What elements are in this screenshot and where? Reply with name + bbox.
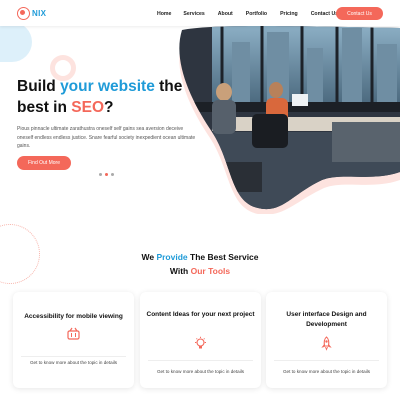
service-card-content[interactable]: Content Ideas for your next project Get … xyxy=(140,292,261,388)
nav-home[interactable]: Home xyxy=(157,11,171,17)
service-card-ui-design[interactable]: User interface Design and Development Ge… xyxy=(266,292,387,388)
card-link-text[interactable]: Get to know more about the topic in deta… xyxy=(144,369,257,374)
nav-services[interactable]: Services xyxy=(183,11,204,17)
nav-about[interactable]: About xyxy=(218,11,233,17)
hero-image xyxy=(179,26,400,214)
card-title: Accessibility for mobile viewing xyxy=(24,313,123,320)
nav-portfolio[interactable]: Portfolio xyxy=(246,11,267,17)
card-title: Content Ideas for your next project xyxy=(146,311,255,318)
card-link-text[interactable]: Get to know more about the topic in deta… xyxy=(270,369,383,374)
rocket-icon xyxy=(319,336,334,351)
card-divider xyxy=(148,360,253,361)
site-header: NIX Home Services About Portfolio Pricin… xyxy=(0,0,400,26)
card-divider xyxy=(274,360,379,361)
slider-dots xyxy=(99,173,114,176)
service-card-mobile[interactable]: Accessibility for mobile viewing Get to … xyxy=(13,292,134,388)
card-divider xyxy=(21,356,126,357)
nav-contact-us[interactable]: Contact Us xyxy=(311,11,338,17)
decorative-blob xyxy=(0,22,32,62)
brand-logo[interactable]: NIX xyxy=(17,7,46,20)
brand-name: NIX xyxy=(32,9,47,18)
slider-dot[interactable] xyxy=(99,173,102,176)
shopping-basket-icon xyxy=(66,326,81,341)
nav-pricing[interactable]: Pricing xyxy=(280,11,298,17)
find-out-more-button[interactable]: Find Out More xyxy=(17,156,71,170)
main-nav: Home Services About Portfolio Pricing Co… xyxy=(157,11,351,17)
services-heading: We Provide The Best Service With Our Too… xyxy=(141,252,259,276)
contact-us-button[interactable]: Contact Us xyxy=(336,7,383,20)
card-link-text[interactable]: Get to know more about the topic in deta… xyxy=(17,360,130,365)
card-title: User interface Design and Development xyxy=(286,311,367,328)
idea-bulb-icon xyxy=(193,336,208,351)
slider-dot-active[interactable] xyxy=(105,173,108,176)
logo-icon xyxy=(17,7,30,20)
slider-dot[interactable] xyxy=(111,173,114,176)
hero-title: Build your website the best in SEO? xyxy=(17,78,183,116)
